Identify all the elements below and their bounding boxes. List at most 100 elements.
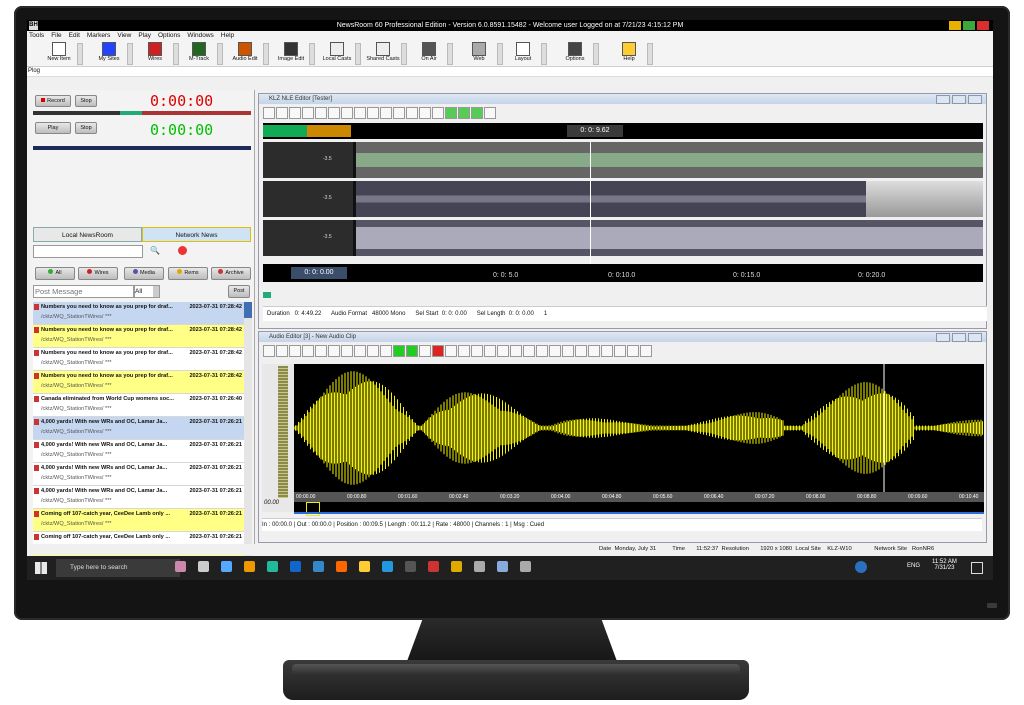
nle-track-2[interactable]: -3.5 bbox=[263, 181, 983, 217]
post-message-input[interactable]: Post Message bbox=[33, 285, 134, 298]
ae-minimize-button[interactable] bbox=[936, 333, 950, 342]
ae-tool-icon[interactable] bbox=[341, 345, 353, 357]
menu-markers[interactable]: Markers bbox=[87, 32, 110, 39]
menu-play[interactable]: Play bbox=[138, 32, 151, 39]
minimize-button[interactable] bbox=[949, 21, 961, 30]
nle-restore-button[interactable] bbox=[952, 95, 966, 104]
language-indicator[interactable]: ENG bbox=[907, 563, 920, 569]
track-1-waveform[interactable] bbox=[356, 142, 983, 178]
toolbar-local-casts-button[interactable]: Local Casts bbox=[319, 41, 361, 65]
toolbar-help-button[interactable]: Help bbox=[611, 41, 653, 65]
taskbar-app-icon[interactable] bbox=[405, 561, 416, 572]
ae-tool-icon[interactable] bbox=[549, 345, 561, 357]
message-scrollbar[interactable] bbox=[244, 302, 252, 580]
nle-tool-icon[interactable] bbox=[315, 107, 327, 119]
ae-time-ruler[interactable]: 00:00.00 00:00.80 00:01.60 00:02.40 00:03.20… bbox=[294, 492, 984, 502]
nle-track-1[interactable]: -3.5 bbox=[263, 142, 983, 178]
taskbar-app-icon[interactable] bbox=[520, 561, 531, 572]
nle-tool-icon[interactable] bbox=[419, 107, 431, 119]
taskbar-search[interactable]: Type here to search bbox=[56, 559, 180, 577]
list-item[interactable]: Numbers you need to know as you prep for… bbox=[33, 325, 244, 348]
binoculars-icon[interactable]: 🔍 bbox=[150, 246, 160, 255]
nle-close-button[interactable] bbox=[968, 95, 982, 104]
toolbar-layout-button[interactable]: Layout bbox=[505, 41, 547, 65]
toolbar-m-track-button[interactable]: M-Track bbox=[181, 41, 223, 65]
list-item[interactable]: Numbers you need to know as you prep for… bbox=[33, 302, 244, 325]
list-item[interactable]: 4,000 yards! With new WRs and OC, Lamar … bbox=[33, 463, 244, 486]
list-item[interactable]: 4,000 yards! With new WRs and OC, Lamar … bbox=[33, 417, 244, 440]
toolbar-dropdown[interactable] bbox=[127, 43, 133, 65]
clock[interactable]: 11:52 AM 7/31/23 bbox=[932, 559, 957, 571]
ae-tool-icon[interactable] bbox=[575, 345, 587, 357]
nle-tool-icon[interactable] bbox=[445, 107, 457, 119]
ae-tool-icon[interactable] bbox=[588, 345, 600, 357]
nle-tool-icon[interactable] bbox=[263, 107, 275, 119]
nle-tool-icon[interactable] bbox=[393, 107, 405, 119]
toolbar-dropdown[interactable] bbox=[355, 43, 361, 65]
nle-track-3[interactable]: -3.5 bbox=[263, 220, 983, 256]
ae-tool-icon[interactable] bbox=[354, 345, 366, 357]
ae-tool-icon[interactable] bbox=[471, 345, 483, 357]
taskbar-app-icon[interactable] bbox=[382, 561, 393, 572]
taskbar-app-icon[interactable] bbox=[428, 561, 439, 572]
toolbar-web-button[interactable]: Web bbox=[461, 41, 503, 65]
stop-play-button[interactable]: Stop bbox=[75, 122, 97, 134]
nle-tool-icon[interactable] bbox=[432, 107, 444, 119]
taskbar-app-icon[interactable] bbox=[267, 561, 278, 572]
ae-tool-icon[interactable] bbox=[523, 345, 535, 357]
taskbar-app-icon[interactable] bbox=[244, 561, 255, 572]
ae-tool-icon[interactable] bbox=[302, 345, 314, 357]
menu-help[interactable]: Help bbox=[221, 32, 234, 39]
ae-tool-icon[interactable] bbox=[510, 345, 522, 357]
ae-tool-icon[interactable] bbox=[497, 345, 509, 357]
toolbar-dropdown[interactable] bbox=[447, 43, 453, 65]
taskbar-app-icon[interactable] bbox=[221, 561, 232, 572]
weather-icon[interactable] bbox=[855, 561, 867, 573]
scroll-thumb[interactable] bbox=[244, 302, 252, 318]
toolbar-dropdown[interactable] bbox=[401, 43, 407, 65]
ae-waveform[interactable] bbox=[294, 364, 984, 492]
toolbar-audio-edit-button[interactable]: Audio Edit bbox=[227, 41, 269, 65]
nle-tool-icon[interactable] bbox=[341, 107, 353, 119]
toolbar-my-sites-button[interactable]: My Sites bbox=[91, 41, 133, 65]
ae-tool-icon[interactable] bbox=[315, 345, 327, 357]
ae-tool-icon[interactable] bbox=[614, 345, 626, 357]
tab-network-news[interactable]: Network News bbox=[142, 227, 251, 242]
taskbar-app-icon[interactable] bbox=[290, 561, 301, 572]
list-item[interactable]: Coming off 107-catch year, CeeDee Lamb o… bbox=[33, 509, 244, 532]
ae-tool-icon[interactable] bbox=[640, 345, 652, 357]
nle-tool-icon[interactable] bbox=[484, 107, 496, 119]
ae-tool-icon[interactable] bbox=[484, 345, 496, 357]
toolbar-shared-casts-button[interactable]: Shared Casts bbox=[365, 41, 407, 65]
nle-tool-icon[interactable] bbox=[289, 107, 301, 119]
toolbar-on-air-button[interactable]: On Air bbox=[411, 41, 453, 65]
ae-tool-icon[interactable] bbox=[406, 345, 418, 357]
filter-wires-button[interactable]: Wires bbox=[78, 267, 118, 280]
track-2-waveform[interactable] bbox=[356, 181, 866, 217]
ae-tool-icon[interactable] bbox=[536, 345, 548, 357]
list-item[interactable]: Canada eliminated from World Cup womens … bbox=[33, 394, 244, 417]
play-button[interactable]: Play bbox=[35, 122, 71, 134]
ae-tool-icon[interactable] bbox=[328, 345, 340, 357]
nle-tool-icon[interactable] bbox=[367, 107, 379, 119]
toolbar-dropdown[interactable] bbox=[541, 43, 547, 65]
taskbar-app-icon[interactable] bbox=[497, 561, 508, 572]
nle-scroll-handle[interactable] bbox=[263, 292, 271, 298]
toolbar-dropdown[interactable] bbox=[309, 43, 315, 65]
nle-tool-icon[interactable] bbox=[406, 107, 418, 119]
search-input[interactable] bbox=[33, 245, 143, 258]
taskbar-app-icon[interactable] bbox=[313, 561, 324, 572]
ae-tool-icon[interactable] bbox=[393, 345, 405, 357]
tab-local-newsroom[interactable]: Local NewsRoom bbox=[33, 227, 142, 242]
nle-tool-icon[interactable] bbox=[471, 107, 483, 119]
toolbar-dropdown[interactable] bbox=[593, 43, 599, 65]
ae-tool-icon[interactable] bbox=[380, 345, 392, 357]
filter-rems-button[interactable]: Rems bbox=[168, 267, 208, 280]
nle-tool-icon[interactable] bbox=[276, 107, 288, 119]
app-icon[interactable]: BH bbox=[29, 21, 38, 30]
nle-tool-icon[interactable] bbox=[458, 107, 470, 119]
ae-tool-icon[interactable] bbox=[445, 345, 457, 357]
windows-start-icon[interactable] bbox=[35, 562, 47, 574]
taskbar-app-icon[interactable] bbox=[175, 561, 186, 572]
close-button[interactable] bbox=[977, 21, 989, 30]
